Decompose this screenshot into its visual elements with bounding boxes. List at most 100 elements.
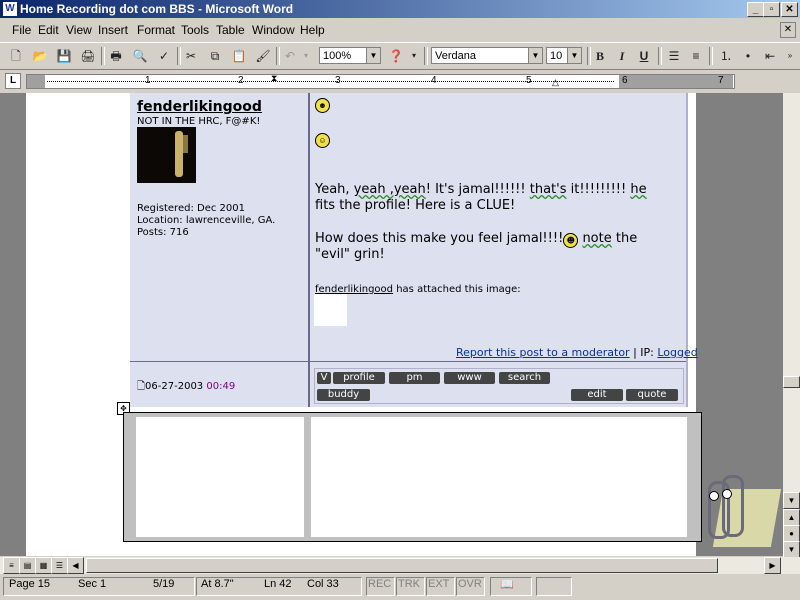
menu-view[interactable]: View [66, 23, 92, 37]
menu-help[interactable]: Help [300, 23, 325, 37]
ruler-number: 2 [238, 75, 244, 86]
select-browse-object-icon[interactable]: ● [783, 525, 800, 542]
horizontal-ruler[interactable]: 1 2 3 4 5 6 7 ⧗ △ [26, 73, 735, 89]
status-trk[interactable]: TRK [398, 578, 420, 590]
numbering-icon[interactable]: ⒈ [716, 46, 736, 66]
decrease-indent-icon[interactable]: ⇤ [760, 46, 780, 66]
menu-file[interactable]: File [12, 23, 31, 37]
menu-table[interactable]: Table [216, 23, 245, 37]
indent-marker-icon[interactable]: ⧗ [271, 73, 277, 84]
open-folder-icon[interactable]: 📂 [30, 46, 50, 66]
user-avatar [137, 127, 196, 183]
quote-button[interactable]: quote [626, 389, 678, 401]
scroll-down-icon[interactable]: ▼ [783, 492, 800, 509]
print-icon[interactable]: 🖶 [106, 46, 126, 66]
toolbar-options-icon[interactable]: » [780, 46, 800, 66]
web-layout-view-icon[interactable]: ▤ [19, 557, 36, 574]
bullets-icon[interactable]: • [738, 46, 758, 66]
wink-smiley-icon: ☺ [315, 133, 330, 148]
report-line: Report this post to a moderator | IP: Lo… [456, 346, 698, 359]
view-icon[interactable]: V [317, 372, 331, 384]
spelling-status-icon[interactable]: 📖 [500, 578, 514, 591]
copy-icon[interactable]: ⧉ [205, 46, 225, 66]
menu-window[interactable]: Window [252, 23, 295, 37]
document-area[interactable]: fenderlikingood NOT IN THE HRC, F@#K! Re… [0, 93, 783, 556]
word-app-icon[interactable]: W [3, 2, 17, 16]
zoom-value: 100% [323, 50, 352, 62]
status-ext[interactable]: EXT [428, 578, 449, 590]
print-layout-view-icon[interactable]: ▦ [35, 557, 52, 574]
scroll-right-icon[interactable]: ▶ [764, 557, 781, 574]
pm-button[interactable]: pm [389, 372, 440, 384]
chevron-down-icon[interactable]: ▼ [528, 48, 542, 63]
zoom-select[interactable]: 100% ▼ [319, 47, 381, 64]
spelling-icon[interactable]: ✓ [154, 46, 174, 66]
ip-logged-link[interactable]: Logged [657, 346, 697, 359]
report-post-link[interactable]: Report this post to a moderator [456, 346, 630, 359]
align-center-icon[interactable]: ≡ [686, 46, 706, 66]
office-assistant-clippy[interactable] [700, 471, 782, 549]
menu-insert[interactable]: Insert [98, 23, 128, 37]
title-bar[interactable]: W Home Recording dot com BBS - Microsoft… [0, 0, 800, 18]
menu-bar: File Edit View Insert Format Tools Table… [0, 19, 800, 41]
message-text: ! It's jamal!!!!!! [425, 182, 530, 197]
align-left-icon[interactable]: ☰ [664, 46, 684, 66]
chevron-down-icon[interactable]: ▼ [366, 48, 380, 63]
status-page: Page 15 [9, 578, 50, 590]
vertical-scrollbar[interactable]: ▼ ▲ ● ▼ [783, 93, 800, 558]
horizontal-scrollbar[interactable]: ≡ ▤ ▦ ☰ ◀ ▶ [0, 557, 800, 574]
horizontal-scroll-thumb[interactable] [86, 558, 718, 573]
menu-edit[interactable]: Edit [38, 23, 59, 37]
ruler-number: 4 [431, 75, 437, 86]
status-ovr[interactable]: OVR [458, 578, 482, 590]
minimize-button[interactable]: _ [747, 2, 764, 17]
next-page-icon[interactable]: ▼ [783, 541, 800, 558]
italic-button[interactable]: I [612, 46, 632, 66]
status-page-count: 5/19 [153, 578, 175, 590]
outline-view-icon[interactable]: ☰ [51, 557, 68, 574]
lower-table[interactable] [123, 412, 702, 542]
chevron-down-icon[interactable]: ▼ [567, 48, 581, 63]
profile-button[interactable]: profile [333, 372, 385, 384]
undo-dropdown-icon[interactable]: ▾ [296, 46, 316, 66]
menu-tools[interactable]: Tools [181, 23, 209, 37]
close-button[interactable]: ✕ [781, 2, 798, 17]
normal-view-icon[interactable]: ≡ [3, 557, 20, 574]
maximize-button[interactable]: ▫ [763, 2, 780, 17]
attached-image[interactable] [314, 294, 347, 326]
format-painter-icon[interactable]: 🖌 [253, 46, 273, 66]
scroll-left-icon[interactable]: ◀ [67, 557, 84, 574]
user-posts: Posts: 716 [137, 227, 189, 238]
font-select[interactable]: Verdana ▼ [431, 47, 543, 64]
scroll-thumb[interactable] [783, 376, 800, 388]
window-title: Home Recording dot com BBS - Microsoft W… [20, 2, 294, 16]
post-time: 00:49 [206, 381, 236, 392]
edit-button[interactable]: edit [571, 389, 623, 401]
new-document-icon[interactable]: 🗋 [6, 46, 26, 66]
message-text: yeah ,yeah [353, 182, 426, 197]
help-icon[interactable]: ❓ [386, 46, 406, 66]
ip-label: | IP: [629, 346, 658, 359]
bold-button[interactable]: B [590, 46, 610, 66]
underline-button[interactable]: U [634, 46, 654, 66]
permission-icon[interactable]: 🖨 [78, 46, 98, 66]
cut-icon[interactable]: ✂ [181, 46, 201, 66]
post-message-line4: "evil" grin! [315, 247, 385, 262]
search-button[interactable]: search [499, 372, 550, 384]
tab-stop-icon[interactable]: △ [552, 77, 559, 88]
toolbar-options-icon[interactable]: ▾ [404, 46, 424, 66]
tab-selector-icon[interactable]: L [5, 73, 21, 89]
menu-format[interactable]: Format [137, 23, 175, 37]
post-username[interactable]: fenderlikingood [137, 99, 262, 115]
buddy-button[interactable]: buddy [317, 389, 370, 401]
paste-icon[interactable]: 📋 [229, 46, 249, 66]
save-icon[interactable]: 💾 [54, 46, 74, 66]
post-icon: 🗋 [137, 381, 146, 392]
font-value: Verdana [435, 50, 476, 62]
font-size-select[interactable]: 10 ▼ [546, 47, 582, 64]
previous-page-icon[interactable]: ▲ [783, 509, 800, 526]
print-preview-icon[interactable]: 🔍 [130, 46, 150, 66]
www-button[interactable]: www [444, 372, 495, 384]
document-close-icon[interactable]: ✕ [780, 22, 796, 38]
status-rec[interactable]: REC [368, 578, 391, 590]
